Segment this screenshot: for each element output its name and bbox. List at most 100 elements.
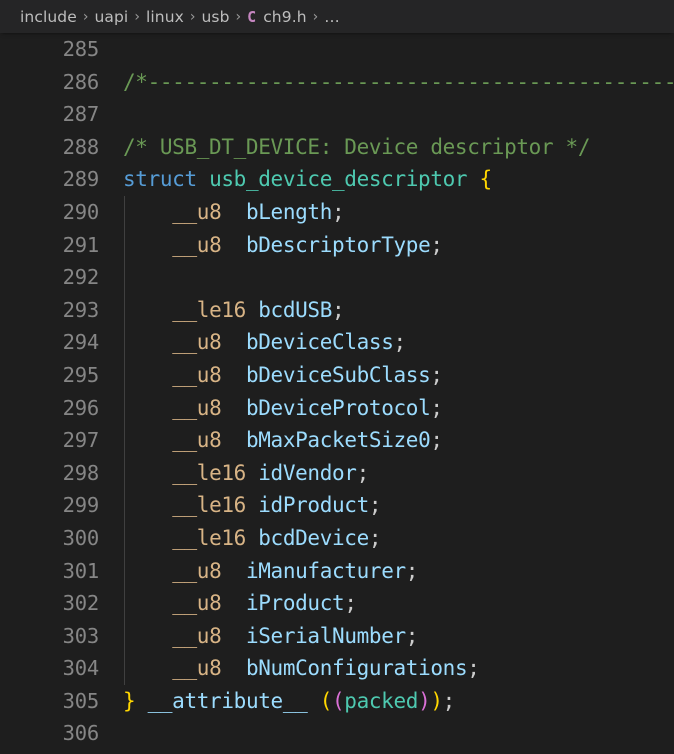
code-line-content: __u8 bDeviceProtocol; — [123, 392, 443, 425]
line-number: 294 — [62, 330, 100, 355]
code-token: ; — [405, 558, 419, 583]
code-token: ; — [430, 232, 443, 257]
code-token: __u8 — [172, 558, 222, 583]
code-line[interactable]: 290 __u8 bLength; — [0, 195, 674, 229]
code-line[interactable]: 285 — [0, 33, 674, 66]
code-token: /*--------------------------------------… — [123, 69, 674, 94]
code-line-content: /* USB_DT_DEVICE: Device descriptor */ — [123, 131, 590, 164]
code-token: __u8 — [172, 591, 222, 616]
code-line[interactable]: 305} __attribute__ ((packed)); — [0, 685, 674, 718]
code-token: /* USB_DT_DEVICE: Device descriptor */ — [123, 134, 591, 159]
breadcrumb[interactable]: include › uapi › linux › usb › Cch9.h ›… — [0, 0, 674, 33]
breadcrumb-separator-icon: › — [312, 8, 319, 25]
code-line[interactable]: 303 __u8 iSerialNumber; — [0, 619, 674, 653]
code-line[interactable]: 295 __u8 bDeviceSubClass; — [0, 358, 674, 392]
code-token: bMaxPacketSize0 — [245, 428, 431, 453]
code-line[interactable]: 294 __u8 bDeviceClass; — [0, 326, 674, 359]
line-number: 295 — [62, 362, 100, 387]
code-line-content: __u8 bDeviceSubClass; — [123, 359, 443, 392]
code-line[interactable]: 293 __le16 bcdUSB; — [0, 293, 674, 327]
code-line[interactable]: 297 __u8 bMaxPacketSize0; — [0, 424, 674, 457]
code-token: bLength — [245, 199, 333, 224]
code-line[interactable]: 304 __u8 bNumConfigurations; — [0, 652, 674, 685]
code-token: packed — [344, 688, 419, 713]
line-number: 302 — [62, 591, 100, 616]
code-line[interactable]: 301 __u8 iManufacturer; — [0, 554, 674, 588]
line-number: 300 — [62, 525, 100, 550]
code-line-content: struct usb_device_descriptor { — [123, 163, 492, 196]
code-line[interactable]: 291 __u8 bDescriptorType; — [0, 228, 674, 262]
code-token: __attribute__ — [147, 688, 308, 713]
breadcrumb-separator-icon: › — [235, 8, 242, 25]
code-token: bDeviceClass — [245, 330, 394, 355]
breadcrumb-item-ch9-h[interactable]: ch9.h — [263, 8, 306, 26]
line-number: 303 — [62, 623, 100, 648]
code-token: bNumConfigurations — [245, 656, 468, 681]
code-token: ; — [467, 656, 480, 681]
code-token: __u8 — [172, 623, 222, 648]
code-token: ; — [332, 297, 345, 322]
code-line[interactable]: 286 /*-----------------------------------… — [0, 66, 674, 99]
code-line-content: __le16 idProduct; — [123, 489, 381, 522]
code-token: ) — [418, 688, 431, 713]
code-line[interactable]: 292 — [0, 261, 674, 294]
line-number: 290 — [62, 199, 100, 224]
code-token: idProduct — [258, 493, 369, 518]
code-line[interactable]: 302 __u8 iProduct; — [0, 587, 674, 620]
code-token: bDeviceProtocol — [245, 395, 431, 420]
code-line[interactable]: 299 __le16 idProduct; — [0, 489, 674, 522]
code-token: { — [479, 167, 493, 192]
line-number: 289 — [62, 167, 100, 192]
code-line[interactable]: 300 __le16 bcdDevice; — [0, 521, 674, 555]
breadcrumb-item-usb[interactable]: usb — [202, 8, 230, 26]
code-token: __u8 — [172, 232, 222, 257]
code-line[interactable]: 289 struct usb_device_descriptor { — [0, 163, 674, 196]
code-token: iProduct — [245, 591, 345, 616]
breadcrumb-item-include[interactable]: include — [20, 8, 77, 26]
breadcrumb-overflow-ellipsis[interactable]: … — [324, 8, 341, 26]
code-token: bDeviceSubClass — [245, 362, 431, 387]
code-token: idVendor — [258, 460, 357, 485]
code-line-content: __u8 bDescriptorType; — [123, 229, 443, 262]
code-line[interactable]: 306 — [0, 717, 674, 750]
code-token: ; — [332, 199, 345, 224]
breadcrumb-item-uapi[interactable]: uapi — [94, 8, 128, 26]
code-line[interactable]: 287 — [0, 98, 674, 131]
code-line-content: __u8 bMaxPacketSize0; — [123, 424, 443, 457]
code-line[interactable]: 298 __le16 idVendor; — [0, 456, 674, 490]
code-token: __u8 — [172, 656, 222, 681]
code-token: ; — [430, 362, 443, 387]
code-token: usb_device_descriptor — [209, 167, 468, 192]
code-line[interactable]: 288 /* USB_DT_DEVICE: Device descriptor *… — [0, 131, 674, 164]
code-token: ; — [430, 395, 443, 420]
code-token: bcdDevice — [258, 525, 369, 550]
code-editor[interactable]: 285 286 /*--------------------------------… — [0, 33, 674, 754]
code-token: __le16 — [172, 493, 246, 518]
code-line-content: __u8 bNumConfigurations; — [123, 652, 480, 685]
line-number: 305 — [62, 688, 100, 713]
code-token: iManufacturer — [245, 558, 406, 583]
code-token: __le16 — [172, 460, 246, 485]
indent-guide — [124, 261, 125, 294]
breadcrumb-item-linux[interactable]: linux — [146, 8, 184, 26]
code-line[interactable]: 296 __u8 bDeviceProtocol; — [0, 391, 674, 425]
code-token: __u8 — [172, 428, 222, 453]
line-number: 291 — [62, 232, 100, 257]
line-number: 292 — [62, 265, 100, 290]
line-number: 306 — [62, 721, 100, 746]
